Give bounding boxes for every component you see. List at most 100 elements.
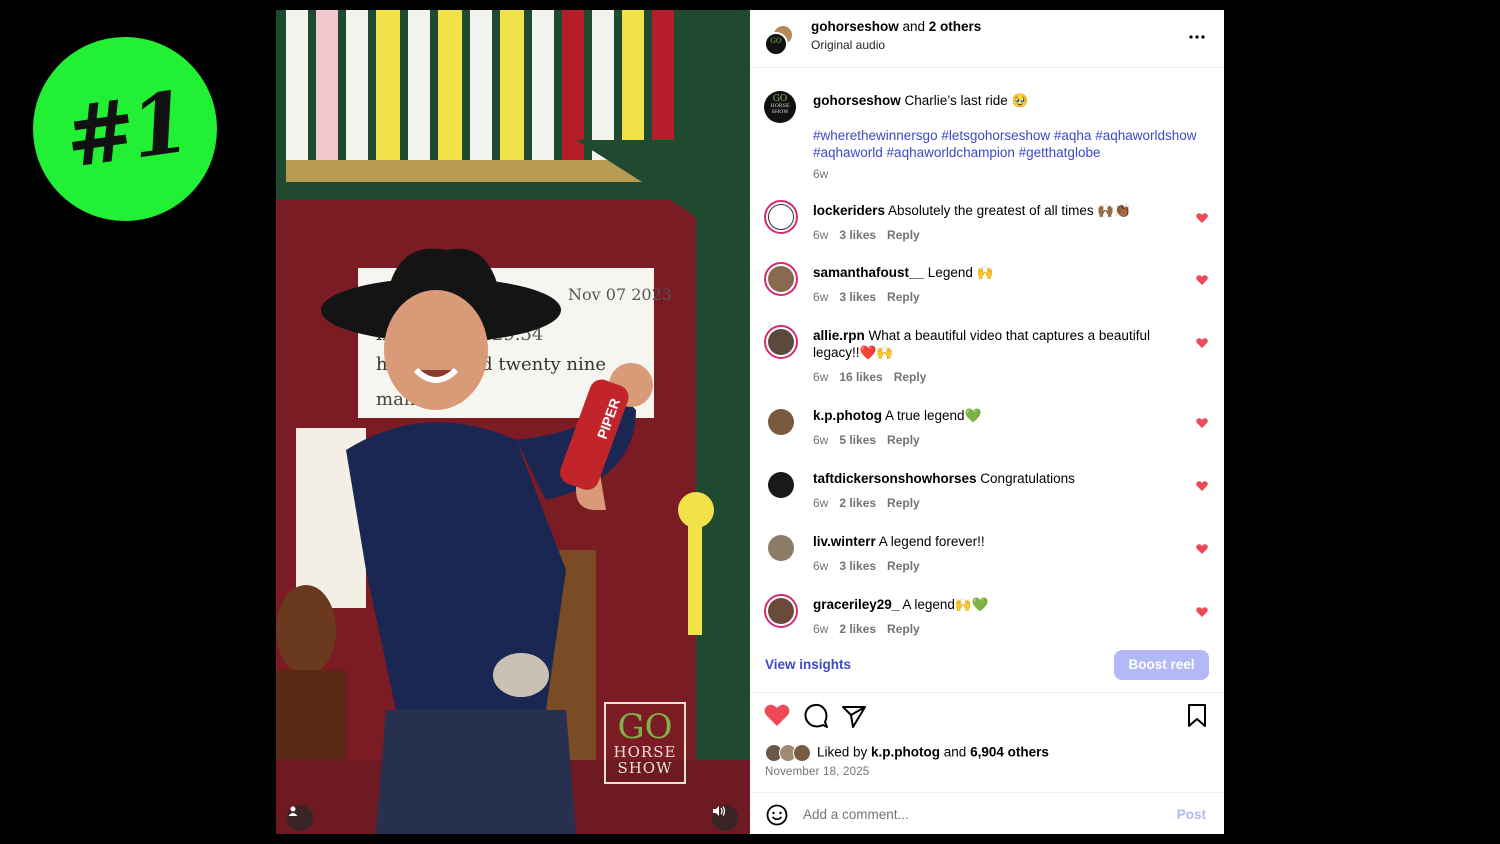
comment-time: 6w: [813, 559, 829, 573]
comment-like-heart-icon[interactable]: [1196, 417, 1208, 429]
watermark-go: GO: [617, 707, 673, 747]
comment-username[interactable]: liv.winterr: [813, 534, 876, 549]
insights-bar: View insights Boost reel: [750, 637, 1224, 693]
comment-like-heart-icon[interactable]: [1196, 480, 1208, 492]
share-icon[interactable]: [841, 703, 867, 729]
reel-video[interactable]: Nov 07 2023 llott $ 2,429.54 hundred and…: [276, 10, 750, 834]
comment-time: 6w: [813, 496, 829, 510]
caption-hashtags[interactable]: #wherethewinnersgo #letsgohorseshow #aqh…: [813, 127, 1213, 161]
comment-avatar[interactable]: [764, 594, 798, 628]
boost-reel-button[interactable]: Boost reel: [1114, 650, 1209, 680]
comment-meta: 6w 3 likes Reply: [813, 290, 931, 304]
comment-likes[interactable]: 16 likes: [839, 370, 882, 384]
liker-avatar: [793, 744, 811, 762]
comments-list[interactable]: GO HORSE SHOW gohorseshow Charlie’s last r…: [750, 69, 1224, 637]
comment-composer: Post: [750, 792, 1224, 834]
comment-text: samanthafoust__ Legend 🙌: [813, 264, 1163, 281]
reply-button[interactable]: Reply: [887, 496, 920, 510]
post-panel: GO gohorseshow and 2 others Original aud…: [750, 10, 1224, 834]
original-audio-link[interactable]: Original audio: [811, 38, 885, 52]
more-options-icon[interactable]: [1188, 24, 1206, 45]
comment-username[interactable]: k.p.photog: [813, 408, 882, 423]
comment-username[interactable]: graceriley29_: [813, 597, 899, 612]
comment-input[interactable]: [803, 807, 1143, 822]
comment-time: 6w: [813, 290, 829, 304]
comment-likes[interactable]: 5 likes: [839, 433, 876, 447]
comment-body: Legend 🙌: [924, 265, 994, 280]
comment-likes[interactable]: 3 likes: [839, 290, 876, 304]
post-actions: [750, 703, 1224, 733]
comment-avatar[interactable]: [764, 325, 798, 359]
post-header: GO gohorseshow and 2 others Original aud…: [750, 10, 1224, 68]
likes-prefix: Liked by: [817, 744, 872, 760]
comment-username[interactable]: samanthafoust__: [813, 265, 924, 280]
comment-avatar[interactable]: [764, 405, 798, 439]
comment-meta: 6w 3 likes Reply: [813, 559, 931, 573]
comment-likes[interactable]: 3 likes: [839, 559, 876, 573]
comment-body: Absolutely the greatest of all times 🙌🏾👏…: [885, 203, 1132, 218]
like-heart-icon[interactable]: [764, 703, 790, 729]
liker-username[interactable]: k.p.photog: [871, 745, 940, 760]
post-authors[interactable]: gohorseshow and 2 others: [811, 19, 981, 34]
bookmark-icon[interactable]: [1186, 703, 1212, 729]
comment-icon[interactable]: [803, 703, 829, 729]
speaker-icon[interactable]: [712, 805, 738, 831]
comment-text: liv.winterr A legend forever!!: [813, 533, 1163, 550]
post-date: November 18, 2025: [765, 766, 870, 778]
likes-count[interactable]: 6,904 others: [970, 745, 1049, 760]
comment-username[interactable]: allie.rpn: [813, 328, 865, 343]
comment-like-heart-icon[interactable]: [1196, 212, 1208, 224]
comment-likes[interactable]: 2 likes: [839, 496, 876, 510]
gohorseshow-avatar: GO: [764, 32, 788, 56]
likes-joiner: and: [940, 744, 971, 760]
comment-text: allie.rpn What a beautiful video that ca…: [813, 327, 1163, 361]
likes-summary[interactable]: Liked by k.p.photog and 6,904 others: [765, 744, 1049, 762]
caption-avatar[interactable]: GO HORSE SHOW: [764, 91, 796, 123]
reply-button[interactable]: Reply: [887, 290, 920, 304]
rank-badge: #1: [33, 37, 217, 221]
comment-time: 6w: [813, 370, 829, 384]
reply-button[interactable]: Reply: [887, 622, 920, 636]
comment-text: k.p.photog A true legend💚: [813, 407, 1163, 424]
comment-body: A true legend💚: [881, 408, 982, 423]
watermark-show: SHOW: [617, 759, 673, 777]
comment-like-heart-icon[interactable]: [1196, 337, 1208, 349]
comment-time: 6w: [813, 622, 829, 636]
post-comment-button[interactable]: Post: [1177, 807, 1206, 822]
comment-meta: 6w 16 likes Reply: [813, 370, 937, 384]
others-link[interactable]: 2 others: [929, 19, 982, 34]
comment-avatar[interactable]: [764, 262, 798, 296]
comment-username[interactable]: lockeriders: [813, 203, 885, 218]
watermark-horse: HORSE: [613, 743, 677, 761]
comment-body: Congratulations: [976, 471, 1075, 486]
rank-text: #1: [58, 71, 192, 187]
caption-username[interactable]: gohorseshow: [813, 93, 901, 108]
comment-avatar[interactable]: [764, 531, 798, 565]
caption-text: gohorseshow Charlie’s last ride 🥹: [813, 93, 1213, 109]
author-username[interactable]: gohorseshow: [811, 19, 899, 34]
liker-avatars: [765, 744, 813, 762]
reply-button[interactable]: Reply: [887, 228, 920, 242]
comment-username[interactable]: taftdickersonshowhorses: [813, 471, 977, 486]
reply-button[interactable]: Reply: [887, 433, 920, 447]
comment-avatar[interactable]: [764, 200, 798, 234]
comment-avatar[interactable]: [764, 468, 798, 502]
collab-avatars[interactable]: GO: [764, 24, 796, 56]
comment-like-heart-icon[interactable]: [1196, 543, 1208, 555]
reply-button[interactable]: Reply: [894, 370, 927, 384]
comment-like-heart-icon[interactable]: [1196, 274, 1208, 286]
comment-text: graceriley29_ A legend🙌💚: [813, 596, 1163, 613]
comment-likes[interactable]: 3 likes: [839, 228, 876, 242]
tagged-users-icon[interactable]: [287, 805, 313, 831]
comment-body: A legend forever!!: [875, 534, 985, 549]
view-insights-link[interactable]: View insights: [765, 657, 851, 672]
comment-meta: 6w 2 likes Reply: [813, 622, 931, 636]
emoji-icon[interactable]: [766, 804, 788, 826]
svg-text:Nov 07 2023: Nov 07 2023: [568, 285, 672, 304]
reply-button[interactable]: Reply: [887, 559, 920, 573]
author-joiner: and: [898, 19, 929, 34]
comment-meta: 6w 2 likes Reply: [813, 496, 931, 510]
comment-like-heart-icon[interactable]: [1196, 606, 1208, 618]
comment-text: lockeriders Absolutely the greatest of a…: [813, 202, 1163, 219]
comment-likes[interactable]: 2 likes: [839, 622, 876, 636]
